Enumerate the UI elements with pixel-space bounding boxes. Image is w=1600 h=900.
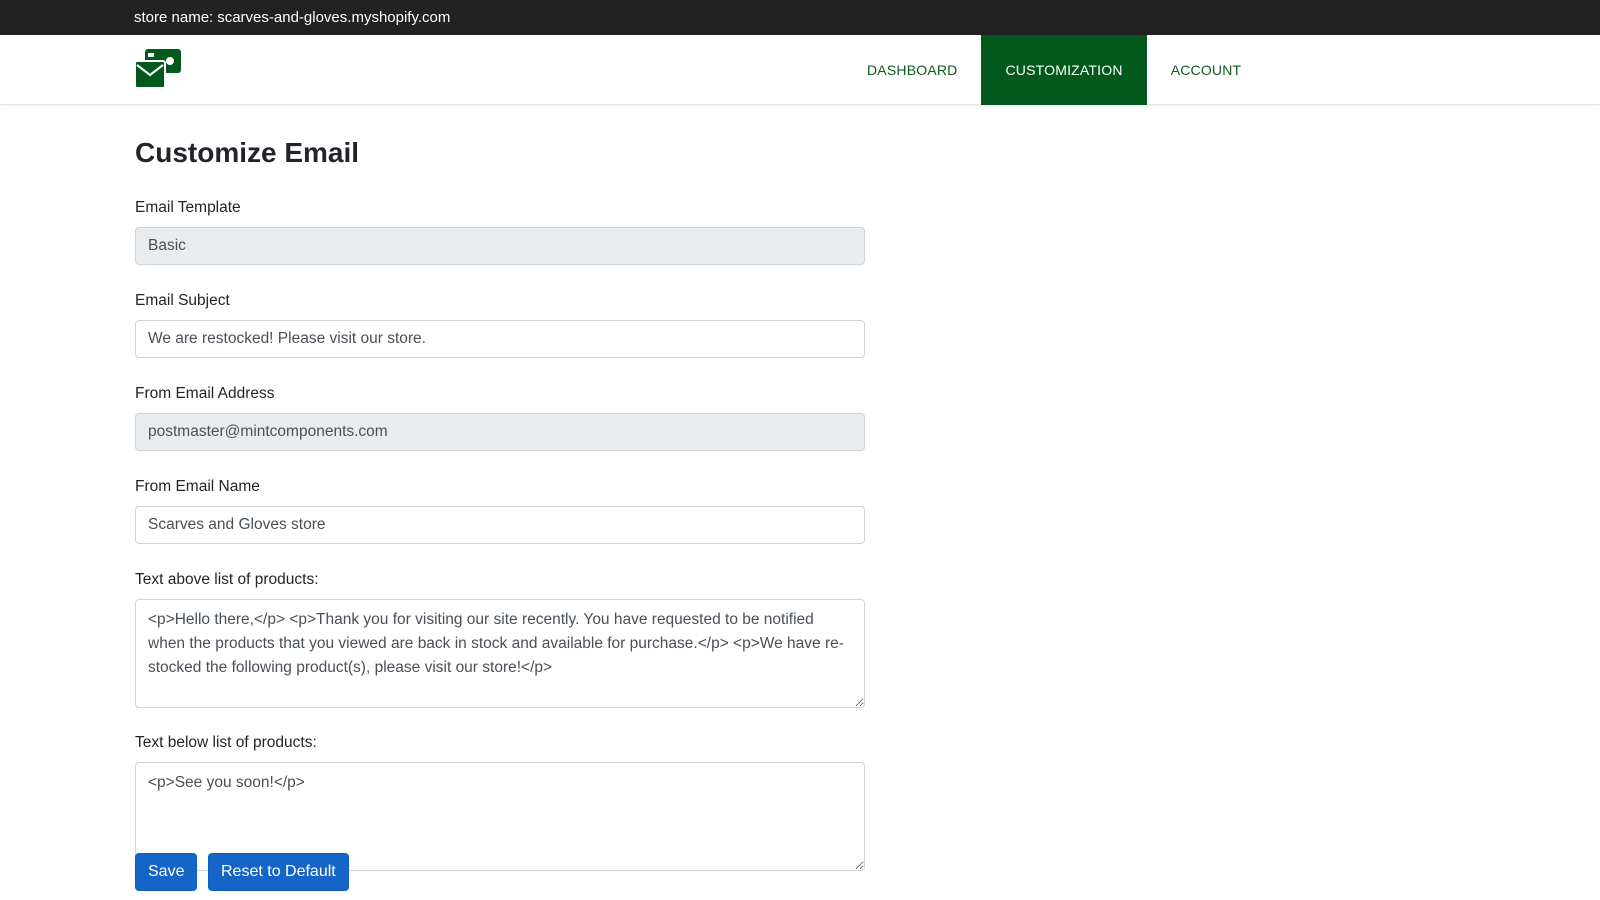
nav-customization[interactable]: CUSTOMIZATION bbox=[981, 35, 1147, 105]
nav-dashboard[interactable]: DASHBOARD bbox=[843, 35, 981, 105]
email-template-field[interactable] bbox=[135, 227, 865, 265]
nav-account[interactable]: ACCOUNT bbox=[1147, 35, 1266, 105]
text-below-label: Text below list of products: bbox=[135, 734, 317, 751]
page-title: Customize Email bbox=[135, 137, 360, 168]
navbar: DASHBOARD CUSTOMIZATION ACCOUNT bbox=[0, 35, 1600, 105]
reset-to-default-button[interactable]: Reset to Default bbox=[208, 853, 349, 891]
from-email-address-label: From Email Address bbox=[135, 385, 275, 402]
store-name: scarves-and-gloves.myshopify.com bbox=[217, 9, 451, 26]
envelope-money-logo-icon[interactable] bbox=[135, 47, 183, 89]
from-email-name-label: From Email Name bbox=[135, 478, 260, 495]
email-subject-field[interactable] bbox=[135, 320, 865, 358]
store-name-prefix: store name: bbox=[134, 9, 214, 26]
text-above-textarea[interactable]: <p>Hello there,</p> <p>Thank you for vis… bbox=[135, 599, 865, 708]
email-template-label: Email Template bbox=[135, 199, 241, 216]
text-above-label: Text above list of products: bbox=[135, 571, 319, 588]
email-subject-label: Email Subject bbox=[135, 292, 230, 309]
store-info-bar: store name: scarves-and-gloves.myshopify.… bbox=[0, 0, 1600, 35]
main-nav: DASHBOARD CUSTOMIZATION ACCOUNT bbox=[843, 35, 1265, 105]
customize-email-form: Customize Email Email Template Email Sub… bbox=[135, 105, 865, 871]
save-button[interactable]: Save bbox=[135, 853, 198, 891]
from-email-name-field[interactable] bbox=[135, 506, 865, 544]
from-email-address-field[interactable] bbox=[135, 413, 865, 451]
